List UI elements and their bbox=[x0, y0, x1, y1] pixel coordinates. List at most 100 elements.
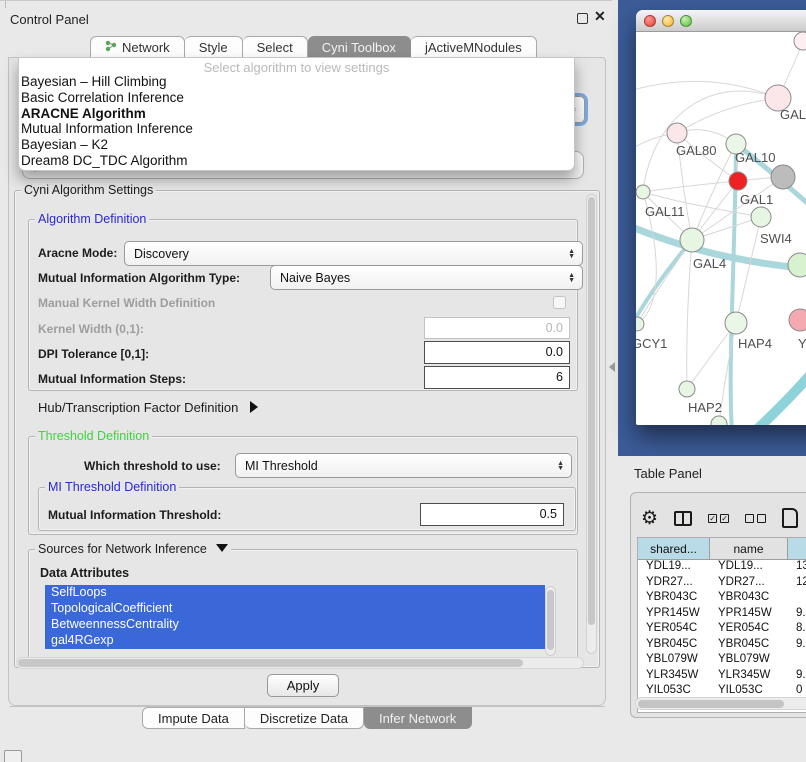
mi-type-combo[interactable]: Naive Bayes ▲▼ bbox=[270, 265, 583, 290]
mi-threshold-field[interactable]: 0.5 bbox=[420, 503, 564, 526]
network-node[interactable] bbox=[771, 165, 795, 189]
mi-steps-field[interactable]: 6 bbox=[424, 366, 570, 389]
hub-definition-toggle[interactable]: Hub/Transcription Factor Definition bbox=[38, 400, 258, 415]
tab-label: Select bbox=[257, 40, 293, 55]
table-cell bbox=[788, 591, 806, 607]
kernel-width-field[interactable]: 0.0 bbox=[424, 317, 570, 339]
table-header-row: shared... name bbox=[638, 538, 806, 560]
tab-discretize-data[interactable]: Discretize Data bbox=[245, 707, 364, 729]
apply-button[interactable]: Apply bbox=[267, 674, 339, 697]
tab-label: Cyni Toolbox bbox=[322, 40, 396, 55]
settings-vscrollbar-thumb[interactable] bbox=[588, 197, 595, 625]
network-node[interactable] bbox=[794, 32, 806, 50]
table-cell: 13 bbox=[788, 560, 806, 576]
network-node-hap2[interactable] bbox=[679, 381, 695, 397]
table-cell: YLR345W bbox=[638, 669, 710, 685]
tab-style[interactable]: Style bbox=[185, 36, 243, 58]
network-node-gal1[interactable] bbox=[751, 207, 771, 227]
control-panel-titlebar bbox=[0, 0, 612, 28]
data-attribute-item[interactable]: gal4RGexp bbox=[45, 633, 545, 649]
dpi-tolerance-field[interactable]: 0.0 bbox=[424, 341, 570, 364]
pane-splitter-arrow[interactable] bbox=[609, 362, 615, 372]
network-node-gal80[interactable] bbox=[667, 123, 687, 143]
table-cell: 12 bbox=[788, 576, 806, 592]
table-row[interactable]: YBR045CYBR045C9. bbox=[638, 638, 806, 654]
collapse-arrow-icon bbox=[216, 544, 228, 552]
group-title: MI Threshold Definition bbox=[45, 480, 179, 494]
select-all-icon[interactable]: ✓✓ bbox=[708, 514, 729, 523]
data-attribute-item[interactable]: TopologicalCoefficient bbox=[45, 601, 545, 617]
algorithm-popup-item[interactable]: Basic Correlation Inference bbox=[19, 90, 574, 106]
tab-jactivemnodules[interactable]: jActiveMNodules bbox=[411, 36, 537, 58]
which-threshold-combo[interactable]: MI Threshold ▲▼ bbox=[235, 453, 572, 478]
app-window: Control Panel ✕ Network Style Select Cyn… bbox=[0, 0, 806, 762]
settings-hscrollbar-thumb[interactable] bbox=[18, 659, 523, 667]
algorithm-popup-item[interactable]: Bayesian – Hill Climbing bbox=[19, 74, 574, 90]
table-panel-window: ⚙ ✓✓ shared... name YDL19...YDL19...13YD… bbox=[630, 492, 806, 718]
algorithm-popup-item[interactable]: Dream8 DC_TDC Algorithm bbox=[19, 153, 574, 169]
network-node[interactable] bbox=[711, 416, 727, 425]
zoom-traffic-light-icon[interactable] bbox=[680, 15, 692, 27]
close-traffic-light-icon[interactable] bbox=[644, 15, 656, 27]
tab-select[interactable]: Select bbox=[243, 36, 308, 58]
split-columns-icon[interactable] bbox=[674, 511, 692, 526]
table-cell: YER054C bbox=[638, 622, 710, 638]
float-window-icon[interactable] bbox=[577, 13, 588, 24]
network-node-swi4[interactable] bbox=[788, 253, 806, 277]
table-hscrollbar-thumb[interactable] bbox=[638, 700, 784, 708]
table-row[interactable]: YER054CYER054C8. bbox=[638, 622, 806, 638]
manual-kernel-checkbox[interactable] bbox=[553, 296, 566, 309]
table-row[interactable]: YDL19...YDL19...13 bbox=[638, 560, 806, 576]
table-hscrollbar[interactable] bbox=[635, 697, 806, 710]
table-row[interactable]: YLR345WYLR345W9. bbox=[638, 669, 806, 685]
manual-kernel-label: Manual Kernel Width Definition bbox=[38, 296, 215, 310]
network-node-hap4[interactable] bbox=[725, 312, 747, 334]
minimize-traffic-light-icon[interactable] bbox=[662, 15, 674, 27]
attr-list-vscrollbar-thumb[interactable] bbox=[547, 590, 554, 650]
new-document-icon[interactable] bbox=[782, 508, 798, 528]
tab-impute-data[interactable]: Impute Data bbox=[142, 707, 245, 729]
table-cell: YBR045C bbox=[638, 638, 710, 654]
which-threshold-label: Which threshold to use: bbox=[84, 459, 221, 473]
column-header-name[interactable]: name bbox=[710, 538, 788, 559]
network-node-gal4[interactable] bbox=[680, 228, 704, 252]
network-node-y[interactable] bbox=[789, 309, 806, 331]
network-view-window[interactable]: GALGAL80GAL10GAL1GAL11SWI4GAL4GCY1HAP4YH… bbox=[636, 10, 806, 425]
data-attribute-item[interactable]: SelfLoops bbox=[45, 585, 545, 601]
data-attribute-item[interactable]: BetweennessCentrality bbox=[45, 617, 545, 633]
node-label: GAL11 bbox=[645, 204, 685, 219]
algorithm-popup-item[interactable]: Mutual Information Inference bbox=[19, 121, 574, 137]
column-header-3[interactable] bbox=[788, 538, 806, 559]
aracne-mode-combo[interactable]: Discovery ▲▼ bbox=[124, 241, 583, 266]
settings-vscrollbar[interactable] bbox=[586, 194, 597, 654]
algorithm-popup-item[interactable]: Bayesian – K2 bbox=[19, 137, 574, 153]
sources-toggle[interactable]: Sources for Network Inference bbox=[35, 542, 231, 556]
deselect-all-icon[interactable] bbox=[745, 514, 766, 523]
table-row[interactable]: YDR27...YDR27...12 bbox=[638, 576, 806, 592]
tab-infer-network[interactable]: Infer Network bbox=[364, 707, 472, 729]
settings-hscrollbar[interactable] bbox=[16, 657, 584, 669]
tab-network[interactable]: Network bbox=[90, 36, 185, 58]
column-header-shared[interactable]: shared... bbox=[638, 538, 710, 559]
network-node-gal11[interactable] bbox=[636, 185, 650, 199]
stepper-icon: ▲▼ bbox=[557, 461, 564, 471]
algorithm-popup-item[interactable]: ARACNE Algorithm bbox=[19, 106, 574, 122]
network-node[interactable] bbox=[729, 172, 747, 190]
close-icon[interactable]: ✕ bbox=[594, 8, 606, 25]
minimized-panel-icon[interactable] bbox=[4, 750, 22, 762]
tab-label: Infer Network bbox=[379, 711, 456, 726]
tab-cyni-toolbox[interactable]: Cyni Toolbox bbox=[308, 36, 411, 58]
tab-label: jActiveMNodules bbox=[425, 40, 522, 55]
attr-list-vscrollbar[interactable] bbox=[545, 586, 556, 656]
tab-label: Style bbox=[199, 40, 228, 55]
table-row[interactable]: YPR145WYPR145W9. bbox=[638, 607, 806, 623]
network-window-titlebar[interactable] bbox=[636, 10, 806, 32]
node-label: GAL1 bbox=[740, 192, 773, 207]
settings-gear-icon[interactable]: ⚙ bbox=[641, 507, 658, 530]
network-canvas[interactable]: GALGAL80GAL10GAL1GAL11SWI4GAL4GCY1HAP4YH… bbox=[636, 32, 806, 425]
table-row[interactable]: YBR043CYBR043C bbox=[638, 591, 806, 607]
table-row[interactable]: YBL079WYBL079W bbox=[638, 653, 806, 669]
which-threshold-value: MI Threshold bbox=[245, 459, 318, 473]
data-attributes-list[interactable]: SelfLoopsTopologicalCoefficientBetweenne… bbox=[45, 585, 545, 649]
table-toolbar: ⚙ ✓✓ bbox=[641, 501, 806, 535]
